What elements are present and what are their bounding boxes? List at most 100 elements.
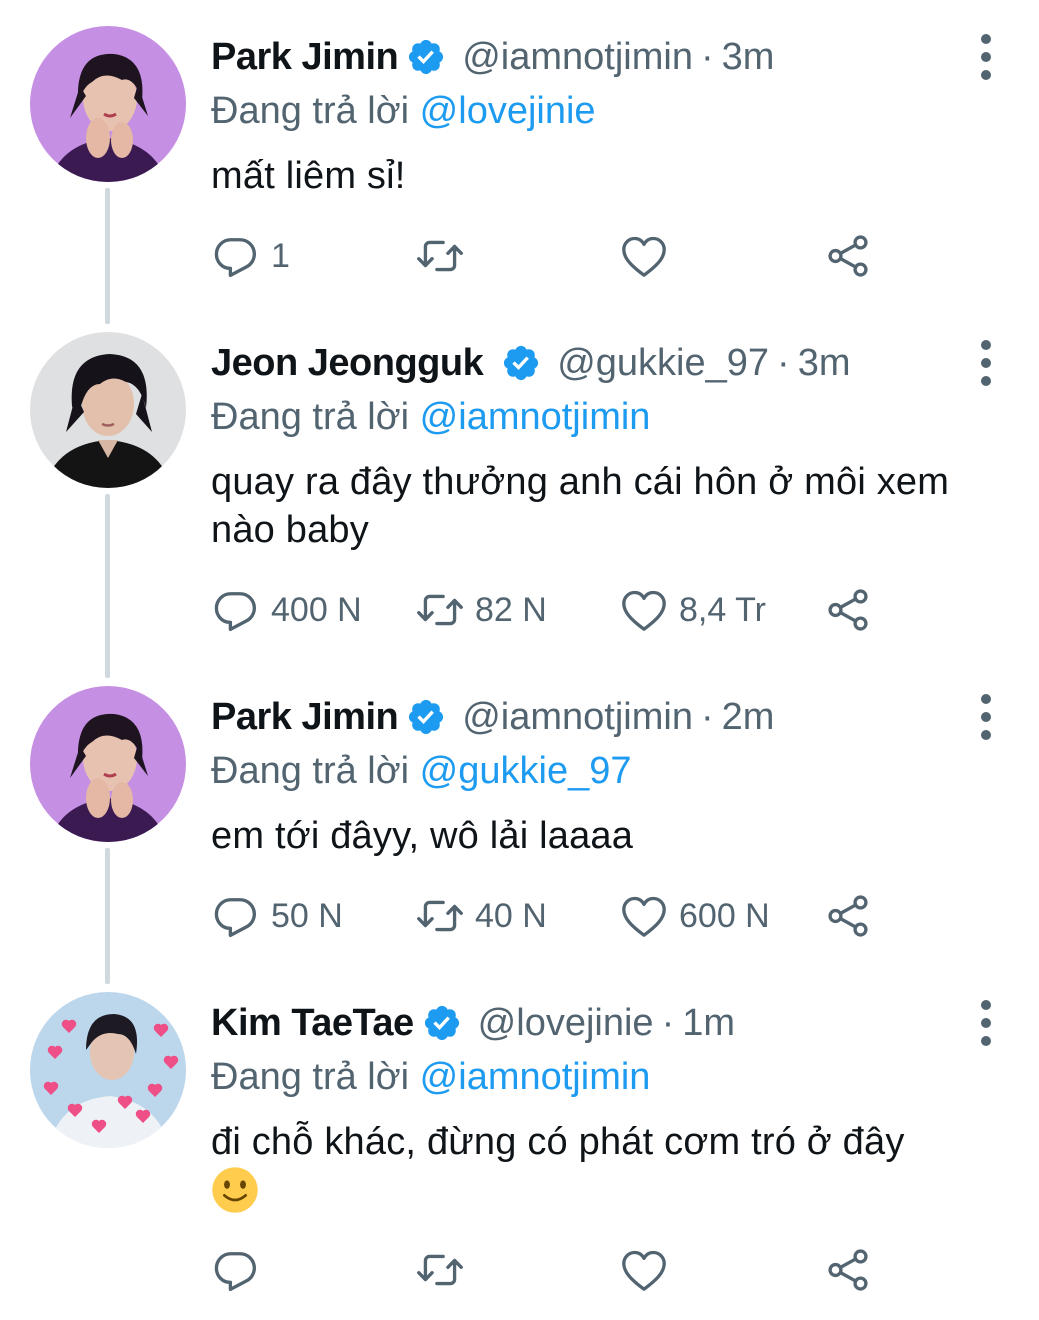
retweet-arrows-icon — [417, 594, 463, 626]
display-name[interactable]: Jeon Jeongguk — [211, 342, 484, 385]
tweet[interactable]: Park Jimin @iamnotjimin · 2m Đang trả lờ… — [0, 664, 1039, 970]
verified-badge-icon — [424, 1005, 459, 1041]
slightly-smiling-face-icon — [212, 1167, 258, 1213]
timestamp[interactable]: 2m — [722, 696, 775, 739]
separator-dot: · — [700, 35, 714, 78]
display-name[interactable]: Park Jimin — [211, 696, 399, 739]
user-handle[interactable]: @lovejinie — [478, 1002, 654, 1045]
reply-count: 400 N — [271, 590, 362, 629]
reply-button[interactable] — [211, 1240, 271, 1300]
verified-badge-icon — [504, 345, 539, 381]
mention-link[interactable]: @gukkie_97 — [420, 750, 632, 792]
reply-button[interactable]: 400 N — [211, 580, 362, 640]
like-button[interactable]: 600 N — [619, 886, 770, 946]
separator-dot: · — [777, 341, 790, 384]
tweet-text: mất liêm sỉ! — [211, 155, 406, 197]
avatar[interactable] — [30, 992, 186, 1148]
more-options-icon[interactable] — [971, 34, 1001, 80]
reply-count: 50 N — [271, 896, 343, 935]
speech-bubble-icon — [214, 1252, 256, 1292]
more-options-icon[interactable] — [971, 694, 1001, 740]
share-nodes-icon — [828, 1249, 868, 1291]
mention-link[interactable]: @iamnotjimin — [420, 396, 651, 438]
mention-link[interactable]: @iamnotjimin — [420, 1056, 651, 1098]
avatar[interactable] — [30, 26, 186, 182]
timestamp[interactable]: 3m — [722, 36, 775, 79]
reply-button[interactable]: 1 — [211, 226, 290, 286]
user-handle[interactable]: @gukkie_97 — [557, 342, 769, 385]
share-button[interactable] — [823, 580, 873, 640]
tweet-text: đi chỗ khác, đừng có phát cơm tró ở đây — [211, 1118, 1009, 1214]
tweet-actions: 1 — [211, 226, 891, 286]
reply-count: 1 — [271, 236, 290, 275]
replying-to: Đang trả lời @iamnotjimin — [211, 1052, 1009, 1102]
separator-dot: · — [661, 1001, 675, 1044]
heart-icon — [622, 590, 666, 631]
tweet-text-line: quay ra đây thưởng anh cái hôn ở môi xem — [211, 461, 950, 503]
tweet-text: em tới đâyy, wô lải laaaa — [211, 815, 634, 857]
timestamp[interactable]: 1m — [682, 1002, 735, 1045]
share-nodes-icon — [828, 589, 868, 631]
tweet-actions: 50 N 40 N 600 N — [211, 886, 891, 946]
display-name[interactable]: Park Jimin — [211, 36, 399, 79]
tweet-actions — [211, 1240, 891, 1300]
replying-to: Đang trả lời @gukkie_97 — [211, 746, 1009, 796]
tweet-text-line: nào baby — [211, 509, 369, 551]
display-name[interactable]: Kim TaeTae — [211, 1002, 414, 1045]
tweet-header: Park Jimin @iamnotjimin · 2m — [211, 688, 1009, 746]
mention-link[interactable]: @lovejinie — [420, 90, 596, 132]
tweet-header: Kim TaeTae @lovejinie · 1m — [211, 994, 1009, 1052]
retweet-count: 40 N — [475, 896, 547, 935]
tweet-header: Jeon Jeongguk @gukkie_97 · 3m — [211, 334, 1009, 392]
replying-to-label: Đang trả lời — [211, 1056, 410, 1098]
retweet-button[interactable] — [415, 1240, 475, 1300]
reply-button[interactable]: 50 N — [211, 886, 343, 946]
like-button[interactable] — [619, 1240, 679, 1300]
share-button[interactable] — [823, 1240, 873, 1300]
like-count: 8,4 Tr — [679, 590, 766, 629]
tweet[interactable]: Park Jimin @iamnotjimin · 3m Đang trả lờ… — [0, 0, 1039, 310]
tweet-header: Park Jimin @iamnotjimin · 3m — [211, 28, 1009, 86]
retweet-button[interactable] — [415, 226, 475, 286]
replying-to: Đang trả lời @iamnotjimin — [211, 392, 1009, 442]
more-options-icon[interactable] — [971, 1000, 1001, 1046]
timestamp[interactable]: 3m — [798, 342, 851, 385]
avatar[interactable] — [30, 686, 186, 842]
separator-dot: · — [700, 695, 714, 738]
retweet-arrows-icon — [417, 240, 463, 272]
user-handle[interactable]: @iamnotjimin — [462, 36, 693, 79]
like-button[interactable] — [619, 226, 679, 286]
heart-icon — [622, 236, 666, 277]
retweet-button[interactable]: 40 N — [415, 886, 547, 946]
replying-to-label: Đang trả lời — [211, 750, 410, 792]
share-nodes-icon — [828, 235, 868, 277]
more-options-icon[interactable] — [971, 340, 1001, 386]
emoji-line — [211, 1166, 1009, 1214]
heart-icon — [622, 1250, 666, 1291]
user-handle[interactable]: @iamnotjimin — [462, 696, 693, 739]
avatar[interactable] — [30, 332, 186, 488]
tweet[interactable]: Kim TaeTae @lovejinie · 1m Đang trả lời … — [0, 970, 1039, 1320]
like-count: 600 N — [679, 896, 770, 935]
tweet-actions: 400 N 82 N 8,4 Tr — [211, 580, 891, 640]
like-button[interactable]: 8,4 Tr — [619, 580, 766, 640]
retweet-arrows-icon — [417, 1254, 463, 1286]
tweet-text-line: đi chỗ khác, đừng có phát cơm tró ở đây — [211, 1121, 905, 1163]
retweet-button[interactable]: 82 N — [415, 580, 547, 640]
share-button[interactable] — [823, 886, 873, 946]
replying-to-label: Đang trả lời — [211, 396, 410, 438]
speech-bubble-icon — [214, 898, 256, 938]
verified-badge-icon — [409, 39, 444, 75]
share-nodes-icon — [828, 895, 868, 937]
speech-bubble-icon — [214, 592, 256, 632]
retweet-count: 82 N — [475, 590, 547, 629]
speech-bubble-icon — [214, 238, 256, 278]
tweet-text: quay ra đây thưởng anh cái hôn ở môi xem… — [211, 458, 1009, 554]
share-button[interactable] — [823, 226, 873, 286]
heart-icon — [622, 896, 666, 937]
tweet[interactable]: Jeon Jeongguk @gukkie_97 · 3m Đang trả l… — [0, 310, 1039, 664]
retweet-arrows-icon — [417, 900, 463, 932]
verified-badge-icon — [409, 699, 444, 735]
replying-to-label: Đang trả lời — [211, 90, 410, 132]
replying-to: Đang trả lời @lovejinie — [211, 86, 1009, 136]
